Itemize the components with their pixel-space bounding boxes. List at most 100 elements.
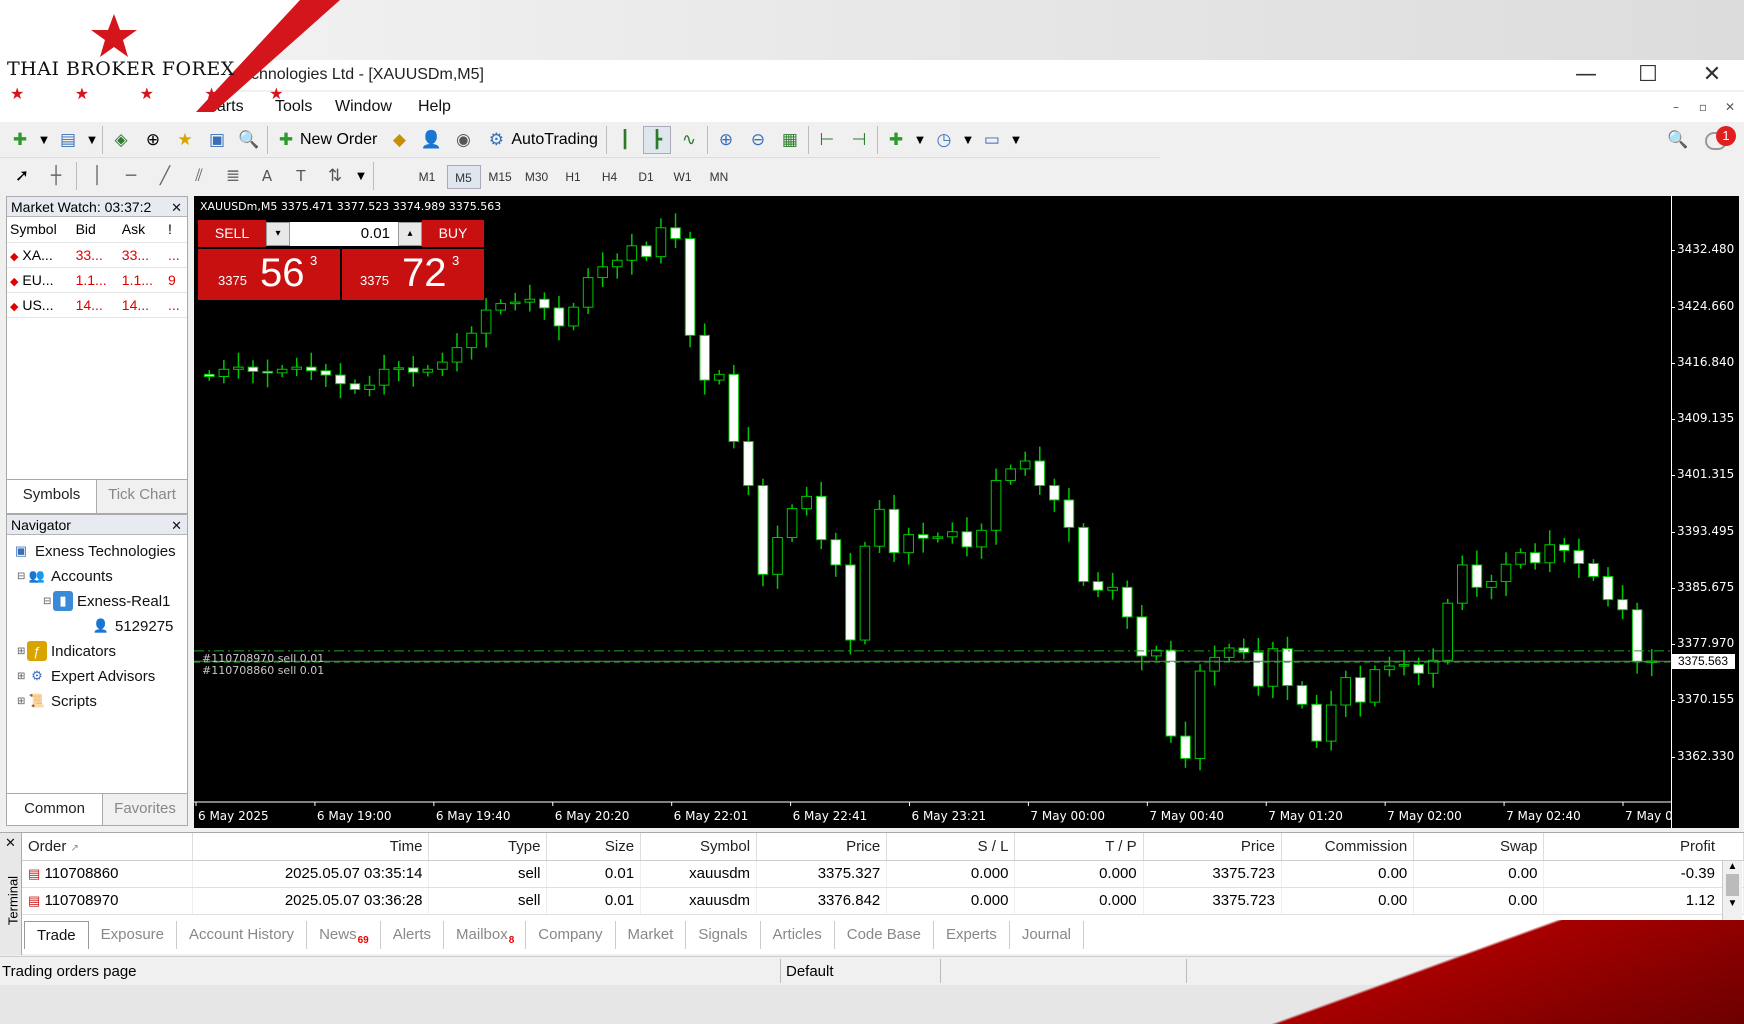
search-icon[interactable]: 🔍 [1664, 126, 1692, 154]
nav-item-root[interactable]: ▣ Exness Technologies [11, 541, 176, 561]
periods-icon[interactable]: ◷ [930, 126, 958, 154]
cursor-icon[interactable]: ➚ [8, 162, 36, 190]
scroll-thumb[interactable] [1726, 874, 1739, 896]
auto-scroll-icon[interactable]: ⊢ [813, 126, 841, 154]
horizontal-line-icon[interactable]: ─ [117, 162, 145, 190]
collapse-icon[interactable]: ⊟ [43, 596, 53, 607]
tab-exposure[interactable]: Exposure [89, 921, 178, 949]
tab-account-history[interactable]: Account History [177, 921, 308, 949]
tp-cell[interactable]: 0.000 [1014, 860, 1144, 888]
column-ask[interactable]: Ask [118, 217, 165, 243]
market-watch-icon[interactable]: ◈ [107, 126, 135, 154]
mdi-minimize-button[interactable]: – [1666, 100, 1686, 118]
trendline-icon[interactable]: ╱ [151, 162, 179, 190]
tab-market[interactable]: Market [616, 921, 687, 949]
menu-help[interactable]: Help [418, 98, 451, 116]
chevron-down-icon[interactable]: ▼ [914, 126, 926, 154]
new-order-button[interactable]: ✚ New Order [272, 126, 381, 154]
expand-icon[interactable]: ⊞ [17, 696, 27, 707]
tab-tick-chart[interactable]: Tick Chart [97, 480, 187, 513]
mdi-restore-button[interactable]: ▫ [1693, 100, 1713, 118]
column-profit[interactable]: Profit [1543, 833, 1744, 861]
templates-icon[interactable]: ▭ [978, 126, 1006, 154]
maximize-button[interactable]: ☐ [1628, 62, 1668, 88]
sl-cell[interactable]: 0.000 [886, 887, 1016, 915]
line-chart-icon[interactable]: ∿ [675, 126, 703, 154]
column-size[interactable]: Size [546, 833, 642, 861]
tab-journal[interactable]: Journal [1010, 921, 1085, 949]
column-symbol[interactable]: Symbol [640, 833, 758, 861]
expand-icon[interactable]: ⊞ [17, 646, 27, 657]
terminal-icon[interactable]: ▣ [203, 126, 231, 154]
collapse-icon[interactable]: ⊟ [17, 571, 27, 582]
tab-articles[interactable]: Articles [761, 921, 835, 949]
expand-icon[interactable]: ⊞ [17, 671, 27, 682]
metaeditor-icon[interactable]: ◆ [385, 126, 413, 154]
tab-news[interactable]: News69 [307, 921, 381, 949]
close-icon[interactable]: ✕ [171, 517, 182, 537]
column-order[interactable]: Order ↗ [22, 833, 194, 861]
tab-favorites[interactable]: Favorites [103, 794, 187, 825]
table-row[interactable]: ▤ 110708860 2025.05.07 03:35:14 sell 0.0… [22, 860, 1744, 888]
navigator-icon[interactable]: ★ [171, 126, 199, 154]
strategy-tester-icon[interactable]: 🔍 [235, 126, 263, 154]
market-icon[interactable]: ◉ [449, 126, 477, 154]
chevron-down-icon[interactable]: ▼ [355, 162, 367, 190]
tab-common[interactable]: Common [7, 794, 103, 825]
column-symbol[interactable]: Symbol [7, 217, 73, 243]
tile-windows-icon[interactable]: ▦ [776, 126, 804, 154]
table-row[interactable]: ◆ US... 14... 14... ... [7, 292, 187, 318]
sl-cell[interactable]: 0.000 [886, 860, 1016, 888]
timeframe-m30-button[interactable]: M30 [520, 165, 554, 189]
signals-icon[interactable]: 👤 [417, 126, 445, 154]
mdi-close-button[interactable]: ✕ [1720, 100, 1740, 118]
timeframe-w1-button[interactable]: W1 [666, 165, 700, 189]
indicators-icon[interactable]: ✚ [882, 126, 910, 154]
column-price2[interactable]: Price [1143, 833, 1283, 861]
nav-item-indicators[interactable]: ⊞ ƒ Indicators [17, 641, 116, 661]
notifications-button[interactable]: 1 [1705, 126, 1736, 156]
nav-item-accounts[interactable]: ⊟ 👥 Accounts [17, 566, 113, 586]
sell-label-button[interactable]: SELL [198, 220, 266, 247]
scroll-down-icon[interactable]: ▼ [1723, 898, 1742, 909]
arrows-icon[interactable]: ⇅ [321, 162, 349, 190]
close-window-button[interactable]: ✕ [1692, 62, 1732, 88]
minimize-button[interactable]: — [1566, 62, 1606, 88]
channel-icon[interactable]: ⫽ [185, 162, 213, 190]
lot-decrease-button[interactable]: ▾ [266, 222, 290, 246]
autotrading-button[interactable]: ⚙ AutoTrading [481, 126, 602, 154]
lot-increase-button[interactable]: ▴ [398, 222, 422, 246]
chevron-down-icon[interactable]: ▼ [1010, 126, 1022, 154]
chart-shift-icon[interactable]: ⊣ [845, 126, 873, 154]
zoom-out-icon[interactable]: ⊖ [744, 126, 772, 154]
timeframe-m1-button[interactable]: M1 [410, 165, 444, 189]
close-icon[interactable]: ✕ [5, 836, 16, 851]
fibonacci-icon[interactable]: ≣ [219, 162, 247, 190]
tab-trade[interactable]: Trade [24, 921, 89, 949]
column-price[interactable]: Price [756, 833, 888, 861]
zoom-in-icon[interactable]: ⊕ [712, 126, 740, 154]
lot-size-input[interactable]: 0.01 [290, 222, 398, 246]
tab-alerts[interactable]: Alerts [381, 921, 445, 949]
chevron-down-icon[interactable]: ▼ [38, 126, 50, 154]
tab-company[interactable]: Company [526, 921, 616, 949]
tab-symbols[interactable]: Symbols [7, 480, 97, 513]
text-icon[interactable]: A [253, 162, 281, 190]
chevron-down-icon[interactable]: ▼ [86, 126, 98, 154]
close-icon[interactable]: ✕ [171, 199, 182, 219]
bar-chart-icon[interactable]: ┃ [611, 126, 639, 154]
profiles-icon[interactable]: ▤ [54, 126, 82, 154]
tab-mailbox[interactable]: Mailbox8 [444, 921, 527, 949]
timeframe-mn-button[interactable]: MN [702, 165, 736, 189]
nav-item-server[interactable]: ⊟ ▮ Exness-Real1 [43, 591, 170, 611]
new-chart-icon[interactable]: ✚ [6, 126, 34, 154]
timeframe-h4-button[interactable]: H4 [593, 165, 627, 189]
chevron-down-icon[interactable]: ▼ [962, 126, 974, 154]
chart-window[interactable]: 6 May 2025 6 May 19:00 6 May 19:40 6 May 20… [194, 196, 1671, 828]
candlestick-icon[interactable]: ┣ [642, 126, 671, 154]
column-commission[interactable]: Commission [1281, 833, 1415, 861]
timeframe-m5-button[interactable]: M5 [446, 165, 481, 189]
nav-item-scripts[interactable]: ⊞ 📜 Scripts [17, 691, 97, 711]
table-row[interactable]: ▤ 110708970 2025.05.07 03:36:28 sell 0.0… [22, 887, 1744, 915]
tab-code-base[interactable]: Code Base [835, 921, 934, 949]
